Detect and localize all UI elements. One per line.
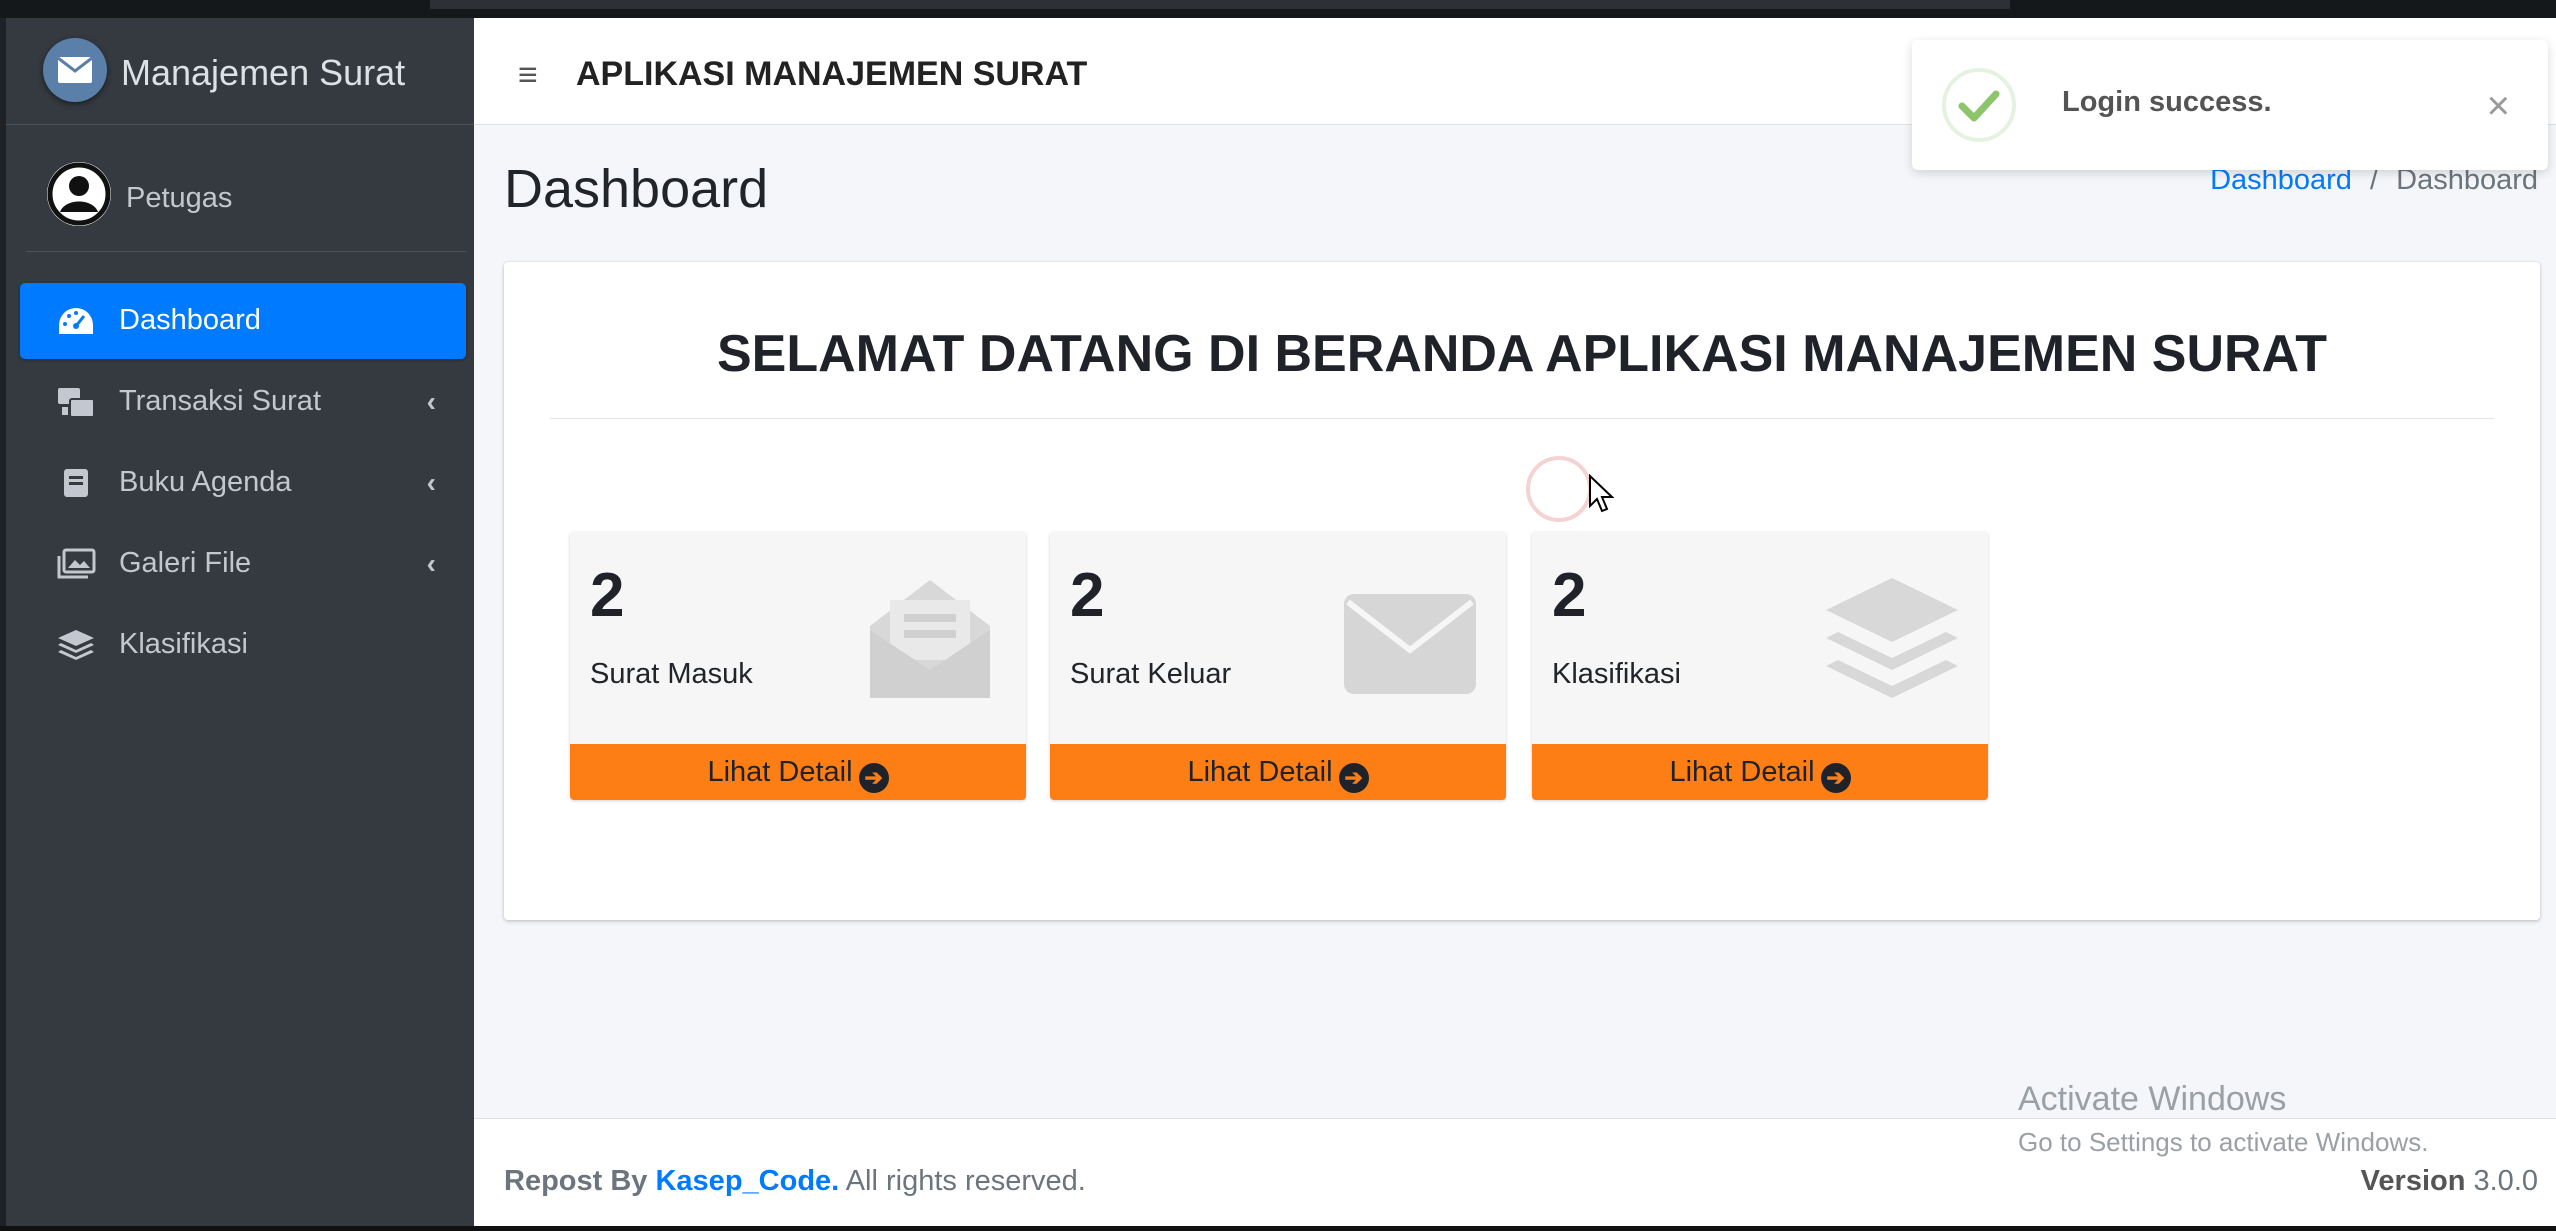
box-surat-masuk: 2 Surat Masuk Lihat Detail ➔ [570,532,1026,800]
page-title: Dashboard [504,159,769,219]
arrow-circle-right-icon: ➔ [1338,763,1369,793]
activation-subtitle: Go to Settings to activate Windows. [2018,1127,2429,1157]
sidebar: Manajemen Surat Petugas Dashboard Transa… [6,18,474,1226]
brand-text: Manajemen Surat [121,52,406,93]
box-klasifikasi: 2 Klasifikasi Lihat Detail ➔ [1532,532,1988,800]
footer-brand-link[interactable]: Kasep_Code. [655,1165,839,1197]
sidebar-item-galeri-file[interactable]: Galeri File ‹ [20,526,466,602]
app-title: APLIKASI MANAJEMEN SURAT [576,55,1088,93]
windows-activation-watermark: Activate Windows Go to Settings to activ… [2018,1080,2428,1158]
check-icon [1942,68,2016,142]
window-top-bar [430,0,2010,9]
close-icon[interactable]: × [2487,84,2510,129]
layer-group-icon [1826,578,1958,698]
user-name: Petugas [126,182,233,214]
footer-version: Version 3.0.0 [2361,1165,2538,1198]
envelope-icon [1344,594,1476,694]
sidebar-item-label: Buku Agenda [119,466,292,498]
box-detail-link[interactable]: Lihat Detail ➔ [570,744,1026,800]
welcome-card: SELAMAT DATANG DI BERANDA APLIKASI MANAJ… [504,262,2540,920]
images-icon [57,548,96,579]
chevron-left-icon: ‹ [426,467,436,498]
sidebar-item-klasifikasi[interactable]: Klasifikasi [20,607,466,683]
box-label: Surat Masuk [590,658,753,690]
box-count: 2 [1552,561,1587,630]
layer-group-icon [58,630,94,660]
box-count: 2 [590,561,625,630]
welcome-heading: SELAMAT DATANG DI BERANDA APLIKASI MANAJ… [716,325,2328,383]
version-label: Version [2360,1165,2466,1197]
window-top-strip [0,0,2556,18]
chevron-left-icon: ‹ [426,386,436,417]
sidebar-item-label: Dashboard [119,304,261,336]
menu-toggle-icon[interactable]: ≡ [518,56,538,95]
card-divider [550,418,2494,419]
sidebar-nav: Dashboard Transaksi Surat ‹ Buku Agenda … [20,283,466,688]
sidebar-item-label: Transaksi Surat [119,385,321,417]
sidebar-item-label: Galeri File [119,547,252,579]
footer-suffix: All rights reserved. [845,1165,1086,1197]
loading-spinner-icon [1526,456,1592,522]
envelope-open-text-icon [870,580,990,698]
sidebar-item-dashboard[interactable]: Dashboard [20,283,466,359]
mouse-cursor-icon [1589,474,1614,513]
box-surat-keluar: 2 Surat Keluar Lihat Detail ➔ [1050,532,1506,800]
arrow-circle-right-icon: ➔ [858,763,889,793]
activation-title: Activate Windows [2018,1080,2287,1118]
toast-message: Login success. [2062,86,2272,118]
box-detail-link[interactable]: Lihat Detail ➔ [1532,744,1988,800]
box-footer-label: Lihat Detail [1669,756,1815,788]
mail-bulk-icon [58,388,95,418]
box-footer-label: Lihat Detail [1187,756,1333,788]
box-detail-link[interactable]: Lihat Detail ➔ [1050,744,1506,800]
box-footer-label: Lihat Detail [707,756,853,788]
sidebar-item-transaksi-surat[interactable]: Transaksi Surat ‹ [20,364,466,440]
login-toast: Login success. × [1912,40,2548,170]
footer-prefix: Repost By [504,1165,648,1197]
arrow-circle-right-icon: ➔ [1820,763,1851,793]
box-label: Klasifikasi [1552,658,1681,690]
main-content: ≡ APLIKASI MANAJEMEN SURAT Dashboard Das… [474,18,2556,1226]
book-icon [64,469,88,497]
box-count: 2 [1070,561,1105,630]
sidebar-item-buku-agenda[interactable]: Buku Agenda ‹ [20,445,466,521]
footer-copyright: Repost By Kasep_Code. All rights reserve… [504,1165,1086,1198]
sidebar-item-label: Klasifikasi [119,628,248,660]
window-bottom-strip [0,1226,2556,1231]
box-label: Surat Keluar [1070,658,1232,690]
envelope-logo-icon [43,38,107,102]
tachometer-icon [59,308,93,334]
brand-link[interactable]: Manajemen Surat [6,18,474,125]
chevron-left-icon: ‹ [426,548,436,579]
user-panel[interactable]: Petugas [26,126,466,252]
version-number: 3.0.0 [2473,1165,2539,1197]
user-avatar-icon [47,162,111,226]
